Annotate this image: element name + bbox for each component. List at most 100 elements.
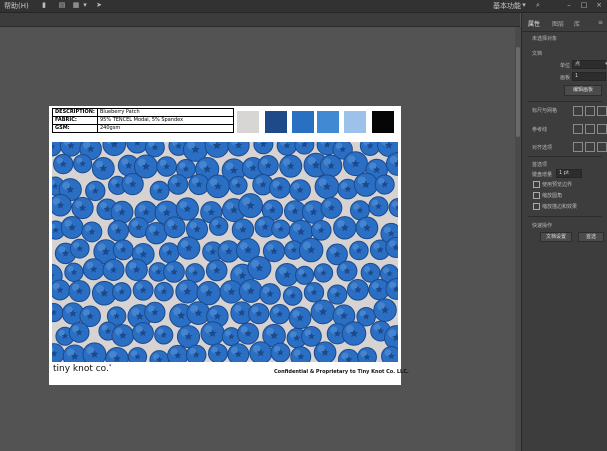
blueberry-mark [185,344,207,362]
edit-artboard-button[interactable]: 编辑画板 [564,85,602,96]
guides-show-icon[interactable] [573,124,583,134]
brand-mark: * [108,364,112,370]
blueberry-mark [167,344,189,362]
blueberry-mark [208,216,229,236]
smart-guides-icon[interactable] [597,124,607,134]
confidential-notice: Confidential & Proprietary to Tiny Knot … [274,369,409,375]
spec-row: FABRIC: 95% TENCEL Modal, 5% Spandex [52,116,234,125]
bridge-icon[interactable]: ▮ [40,2,48,9]
blueberry-mark [271,219,291,239]
blueberry-mark [227,142,250,157]
tab-layers[interactable]: 图层 [552,19,564,28]
blueberry-mark [111,282,132,302]
blueberry-mark [154,281,174,302]
scroll-thumb[interactable] [516,47,520,137]
keyboard-increment-value: 1 pt [559,170,569,176]
blueberry-mark [343,151,369,177]
preview-bounds-checkbox[interactable] [533,181,540,188]
blueberry-mark [249,341,273,362]
blueberry-mark [132,279,154,301]
send-icon[interactable]: ➤ [95,2,103,9]
blueberry-mark [68,322,90,343]
close-icon[interactable]: × [595,2,603,9]
stock-icon[interactable]: ▤ [58,2,66,9]
blueberry-mark [381,346,398,362]
blueberry-mark [82,342,107,362]
snap-pixel-icon[interactable] [585,142,595,152]
minimize-icon[interactable]: – [565,2,573,9]
option-label: 使用预览边界 [542,182,573,188]
units-select[interactable]: 点 [572,60,606,69]
spec-row: DESCRIPTION: Blueberry Patch [52,108,234,117]
scale-strokes-checkbox[interactable] [533,203,540,210]
color-swatch[interactable] [265,111,287,133]
color-swatch[interactable] [344,111,366,133]
blueberry-mark [69,238,90,259]
blueberry-mark [53,153,74,175]
document-tab-strip [0,13,520,27]
chevron-down-icon[interactable]: ▾ [520,2,528,9]
blueberry-mark [270,342,291,362]
blueberry-mark [341,321,367,346]
blueberry-mark [52,142,62,157]
ruler-icon[interactable] [573,106,583,116]
blueberry-mark [167,174,189,195]
blueberry-mark [282,286,303,306]
blueberry-pattern[interactable] [52,142,398,362]
blueberry-mark [294,142,315,155]
blueberry-mark [52,343,65,362]
quick-actions-label: 快速操作 [532,223,553,229]
blueberry-mark [102,258,125,282]
artboard-select[interactable]: 1 [572,72,606,81]
blueberry-mark [327,284,348,305]
divider [528,101,602,102]
blueberry-mark [359,142,381,156]
scale-corners-checkbox[interactable] [533,192,540,199]
divider [528,216,602,217]
brand-name: tiny knot co. [53,364,109,374]
blueberry-mark [349,240,369,261]
blueberry-mark [253,142,274,155]
preferences-label: 首选项 [532,162,548,168]
snap-glyph-icon[interactable] [597,142,607,152]
pixel-grid-icon[interactable] [597,106,607,116]
blueberry-mark [81,221,103,243]
help-menu[interactable]: 帮助(H) [4,1,29,11]
blueberry-mark [247,255,272,281]
color-swatch[interactable] [292,111,314,133]
spec-row: GSM: 240gsm [52,124,234,133]
color-swatch[interactable] [237,111,259,133]
blueberry-mark [374,174,395,195]
panel-menu-icon[interactable]: ≡ [598,19,603,26]
arrange-documents-icon[interactable]: ▦ [72,2,80,9]
tab-properties[interactable]: 属性 [528,19,540,28]
spec-key: FABRIC: [52,116,98,125]
blueberry-mark [275,263,299,287]
blueberry-mark [105,346,129,362]
guides-lock-icon[interactable] [585,124,595,134]
blueberry-mark [149,350,170,362]
grid-icon[interactable] [585,106,595,116]
color-swatch[interactable] [372,111,394,133]
blueberry-mark [303,282,325,303]
chevron-down-icon[interactable]: ▾ [81,2,89,9]
keyboard-increment-label: 键盘增量 [532,172,553,178]
workspace-switcher[interactable]: 基本功能 [493,1,521,11]
document-setup-button[interactable]: 文档设置 [540,232,572,242]
blueberry-mark [72,154,93,174]
color-swatch[interactable] [317,111,339,133]
search-icon[interactable]: ⌕ [534,2,542,9]
artboard[interactable]: DESCRIPTION: Blueberry Patch FABRIC: 95% T… [49,106,409,385]
tab-libraries[interactable]: 库 [574,19,580,28]
snap-point-icon[interactable] [573,142,583,152]
blueberry-mark [71,196,94,220]
blueberry-mark [320,197,343,219]
blueberry-mark [338,348,360,362]
blueberry-mark [204,142,230,158]
maximize-icon[interactable]: □ [580,2,588,9]
blueberry-mark [310,299,336,325]
blueberry-mark [163,261,185,283]
keyboard-increment-field[interactable]: 1 pt [556,169,582,178]
spec-key: GSM: [52,124,98,133]
preferences-button[interactable]: 首选 [578,232,604,242]
